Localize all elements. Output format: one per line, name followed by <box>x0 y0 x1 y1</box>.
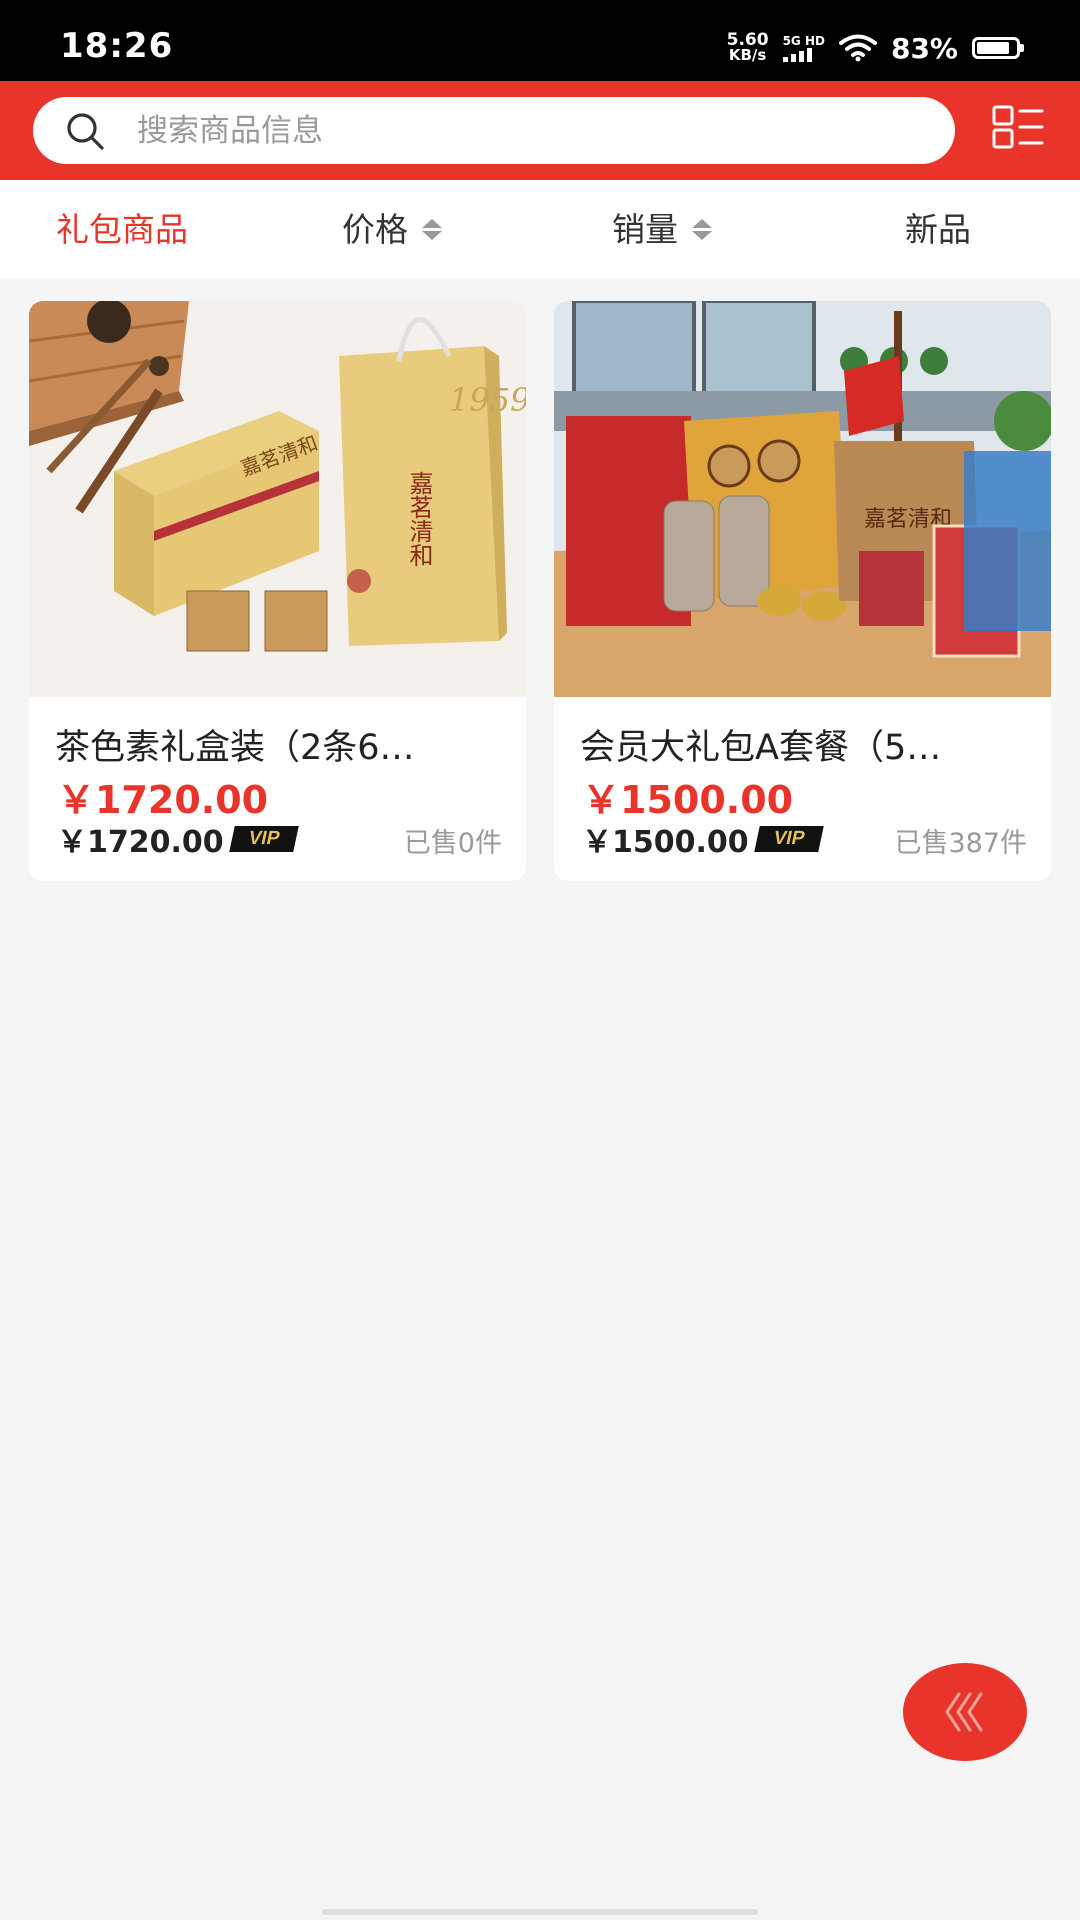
vip-badge: VIP <box>228 826 299 852</box>
back-floating-button[interactable] <box>903 1663 1027 1761</box>
sold-count: 已售387件 <box>894 828 1027 859</box>
header <box>0 81 1080 180</box>
tab-price[interactable]: 价格 <box>342 180 442 279</box>
home-indicator[interactable] <box>322 1909 758 1915</box>
sort-tabs: 礼包商品 价格 销量 新品 <box>0 180 1080 279</box>
vip-price: ￥1720.00 VIP <box>57 817 299 861</box>
product-image[interactable]: 嘉茗清和 嘉茗清和 1959 <box>29 301 526 697</box>
search-input[interactable] <box>137 97 917 164</box>
product-card[interactable]: 嘉茗清和 会员大礼包A套餐（5… ￥1500.00 ￥1500.00 VIP 已… <box>554 301 1051 881</box>
svg-text:嘉茗清和: 嘉茗清和 <box>405 471 433 567</box>
product-price: ￥1720.00 <box>57 778 269 822</box>
svg-text:1959: 1959 <box>449 381 526 419</box>
signal-icon: 5G HD <box>782 34 825 62</box>
sort-arrows-icon <box>422 219 442 240</box>
product-title: 会员大礼包A套餐（5… <box>580 728 942 768</box>
wifi-icon <box>838 34 877 62</box>
battery-icon <box>972 37 1024 59</box>
net-speed: 5.60 KB/s <box>726 30 769 64</box>
search-bar[interactable] <box>33 97 955 164</box>
search-icon <box>67 113 104 150</box>
sort-arrows-icon <box>692 219 712 240</box>
status-indicators: 5.60 KB/s 5G HD 83% <box>726 30 1024 66</box>
tab-new[interactable]: 新品 <box>905 180 971 279</box>
sold-count: 已售0件 <box>403 828 502 859</box>
tab-sales[interactable]: 销量 <box>612 180 712 279</box>
status-bar: 18:26 5.60 KB/s 5G HD 83% <box>0 0 1080 81</box>
list-layout-icon[interactable] <box>992 105 1044 149</box>
vip-badge: VIP <box>753 826 824 852</box>
product-image[interactable]: 嘉茗清和 <box>554 301 1051 697</box>
vip-price: ￥1500.00 VIP <box>582 817 824 861</box>
back-arrows-icon <box>945 1692 983 1732</box>
product-card[interactable]: 嘉茗清和 嘉茗清和 1959 茶色素礼盒装（2条6… ￥1720.00 ￥172… <box>29 301 526 881</box>
product-price: ￥1500.00 <box>582 778 794 822</box>
status-time: 18:26 <box>60 26 174 66</box>
battery-percent: 83% <box>890 31 958 65</box>
tab-gift-products[interactable]: 礼包商品 <box>56 180 188 279</box>
product-title: 茶色素礼盒装（2条6… <box>55 728 415 768</box>
